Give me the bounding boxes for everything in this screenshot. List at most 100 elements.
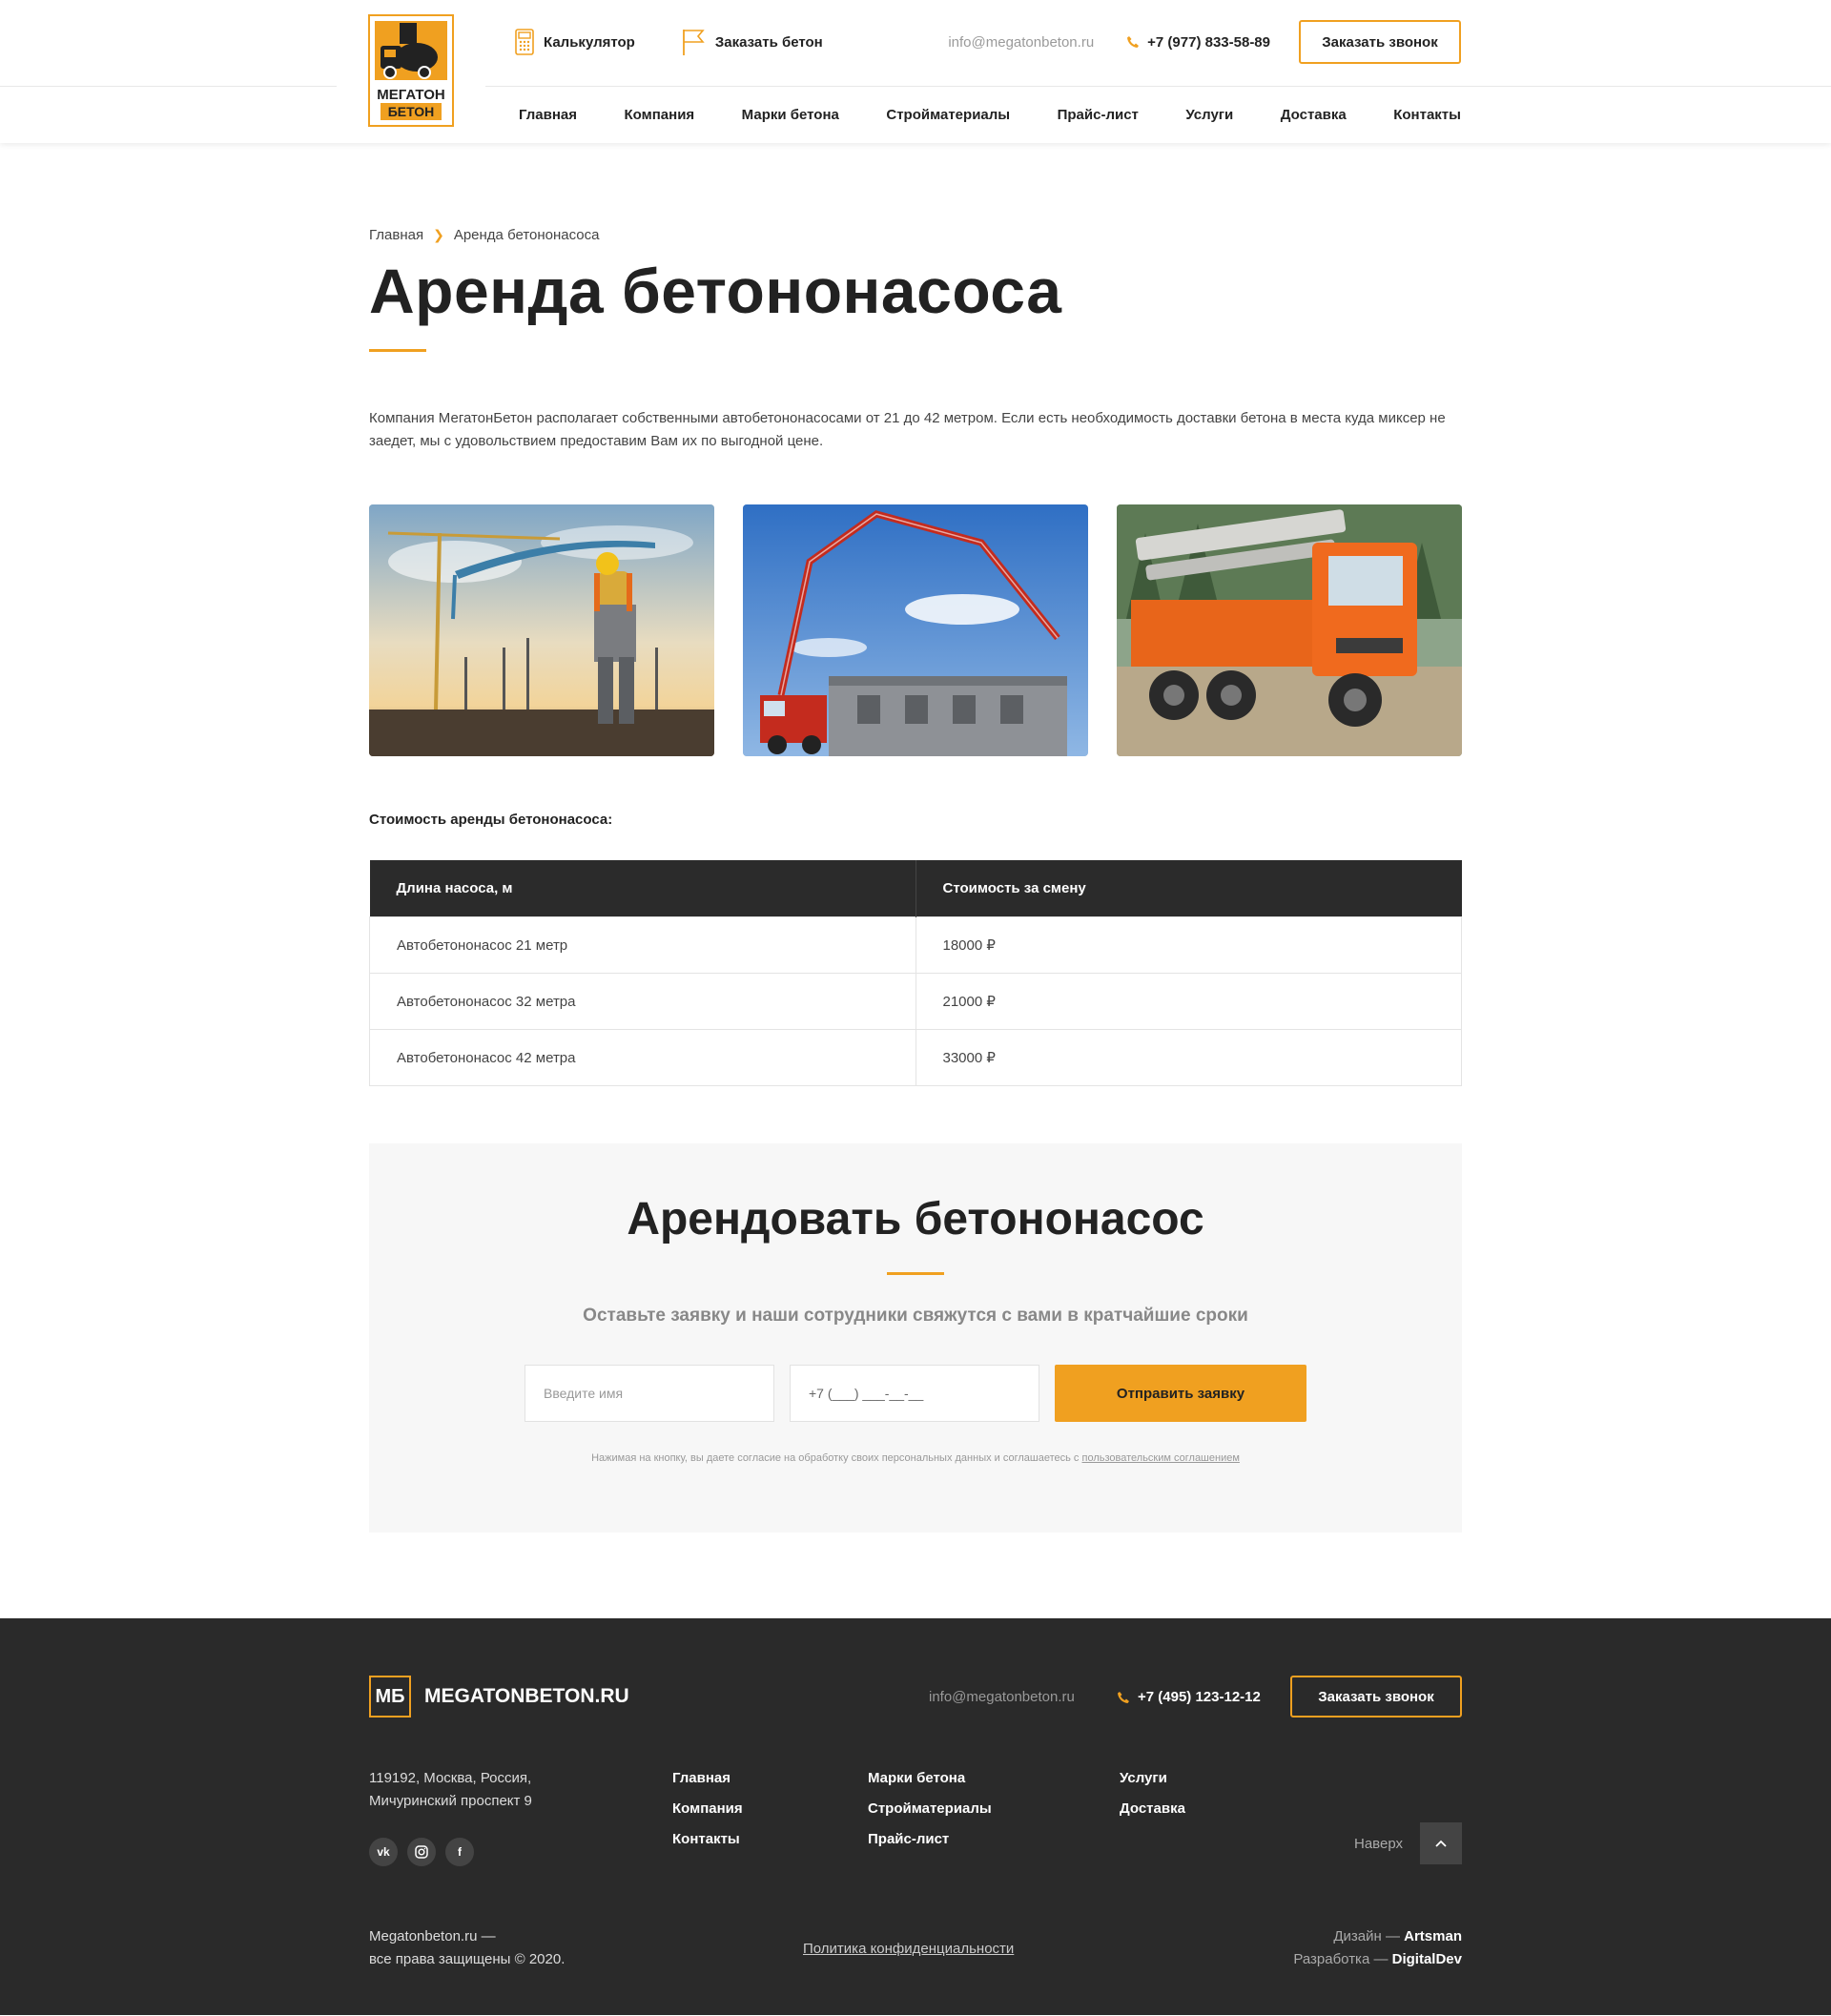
form-title: Арендовать бетононасос [627, 1194, 1204, 1245]
table-header-row: Длина насоса, м Стоимость за смену [369, 859, 1462, 917]
social-links: vk f [369, 1838, 474, 1867]
footer-logo-text: MEGATONBETON.RU [424, 1685, 629, 1708]
column-header-price-per-shift: Стоимость за смену [915, 859, 1462, 917]
site-logo[interactable]: МЕГАТОН БЕТОН [337, 0, 485, 143]
copyright-line: Megatonbeton.ru — [369, 1928, 496, 1945]
main-content: Главная ❯ Аренда бетононасоса Аренда бет… [369, 227, 1462, 1533]
chevron-up-icon[interactable] [1420, 1822, 1462, 1865]
nav-item-price-list[interactable]: Прайс-лист [1058, 107, 1139, 123]
footer-link-contacts[interactable]: Контакты [672, 1831, 740, 1847]
footer-nav-col-3: Услуги Доставка [1120, 1767, 1185, 1828]
consent-note: Нажимая на кнопку, вы даете согласие на … [369, 1452, 1462, 1464]
main-nav: Главная Компания Марки бетона Стройматер… [519, 95, 1461, 134]
footer-nav-col-1: Главная Компания Контакты [672, 1767, 743, 1859]
gallery-photo-orange-truck[interactable] [1117, 504, 1462, 756]
address-line: 119192, Москва, Россия, [369, 1770, 532, 1787]
breadcrumb-home[interactable]: Главная [369, 227, 423, 243]
title-accent-line [369, 348, 426, 352]
column-header-pump-length: Длина насоса, м [369, 859, 916, 917]
back-to-top-label: Наверх [1354, 1835, 1403, 1852]
nav-item-contacts[interactable]: Контакты [1393, 107, 1461, 123]
header-email[interactable]: info@megatonbeton.ru [948, 34, 1094, 51]
nav-item-home[interactable]: Главная [519, 107, 577, 123]
price-table-caption: Стоимость аренды бетононасоса: [369, 811, 613, 828]
footer-email[interactable]: info@megatonbeton.ru [929, 1689, 1075, 1705]
copyright: Megatonbeton.ru — все права защищены © 2… [369, 1925, 565, 1971]
vk-icon[interactable]: vk [369, 1838, 398, 1867]
footer-link-concrete-grades[interactable]: Марки бетона [868, 1770, 965, 1786]
table-row: Автобетононасос 42 метра 33000 ₽ [369, 1029, 1462, 1087]
breadcrumb: Главная ❯ Аренда бетононасоса [369, 227, 1462, 243]
calculator-label: Калькулятор [544, 33, 635, 51]
footer-address: 119192, Москва, Россия, Мичуринский прос… [369, 1767, 532, 1813]
site-footer: МБ MEGATONBETON.RU info@megatonbeton.ru … [0, 1618, 1831, 2016]
gallery-photo-pump-boom[interactable] [743, 504, 1088, 756]
footer-callback-button[interactable]: Заказать звонок [1290, 1676, 1462, 1718]
name-input[interactable]: Введите имя [525, 1365, 774, 1423]
site-header: МЕГАТОН БЕТОН Калькулятор Заказать бетон… [0, 0, 1831, 143]
breadcrumb-current: Аренда бетононасоса [453, 227, 600, 243]
header-top-row: Калькулятор Заказать бетон info@megatonb… [515, 19, 1461, 65]
footer-link-building-materials[interactable]: Стройматериалы [868, 1800, 992, 1817]
rent-request-form: Арендовать бетононасос Оставьте заявку и… [369, 1143, 1462, 1533]
flag-icon [682, 30, 705, 55]
privacy-policy-link[interactable]: Политика конфиденциальности [803, 1941, 1014, 1957]
dev-label: Разработка — [1293, 1951, 1389, 1968]
dev-credit[interactable]: DigitalDev [1392, 1951, 1462, 1967]
phone-input[interactable]: +7 (___) ___-__-__ [790, 1365, 1039, 1423]
table-row: Автобетононасос 21 метр 18000 ₽ [369, 916, 1462, 975]
svg-text:МЕГАТОН: МЕГАТОН [377, 87, 444, 103]
table-cell-pump: Автобетононасос 21 метр [369, 916, 916, 975]
photo-gallery [369, 504, 1462, 756]
form-accent-line [887, 1272, 944, 1276]
copyright-line: все права защищены © 2020. [369, 1951, 566, 1968]
facebook-icon[interactable]: f [445, 1838, 474, 1867]
header-phone-number: +7 (977) 833-58-89 [1147, 33, 1270, 51]
nav-item-delivery[interactable]: Доставка [1281, 107, 1347, 123]
table-cell-pump: Автобетононасос 42 метра [369, 1029, 916, 1087]
phone-icon [1118, 1691, 1129, 1703]
page-title: Аренда бетононасоса [369, 256, 1062, 326]
calculator-link[interactable]: Калькулятор [515, 29, 635, 55]
header-phone[interactable]: +7 (977) 833-58-89 [1126, 34, 1270, 51]
submit-request-button[interactable]: Отправить заявку [1055, 1365, 1306, 1423]
nav-item-concrete-grades[interactable]: Марки бетона [742, 107, 839, 123]
order-concrete-label: Заказать бетон [714, 33, 823, 51]
table-cell-price: 21000 ₽ [915, 973, 1462, 1031]
back-to-top[interactable]: Наверх [1354, 1822, 1462, 1865]
credits: Дизайн — Artsman Разработка — DigitalDev [1293, 1925, 1462, 1971]
table-cell-pump: Автобетононасос 32 метра [369, 973, 916, 1031]
gallery-photo-worker[interactable] [369, 504, 714, 756]
table-cell-price: 18000 ₽ [915, 916, 1462, 975]
instagram-icon[interactable] [407, 1838, 436, 1867]
intro-text: Компания МегатонБетон располагает собств… [369, 409, 1446, 449]
footer-logo[interactable]: МБ MEGATONBETON.RU [369, 1676, 629, 1718]
form-subtitle: Оставьте заявку и наши сотрудники свяжут… [583, 1306, 1248, 1327]
design-credit[interactable]: Artsman [1404, 1928, 1462, 1944]
footer-link-company[interactable]: Компания [672, 1800, 743, 1817]
footer-logo-mark: МБ [369, 1676, 411, 1718]
callback-button[interactable]: Заказать звонок [1299, 20, 1461, 64]
order-concrete-link[interactable]: Заказать бетон [681, 28, 823, 56]
user-agreement-link[interactable]: пользовательским соглашением [1082, 1452, 1240, 1464]
footer-phone[interactable]: +7 (495) 123-12-12 [1117, 1689, 1261, 1705]
nav-item-company[interactable]: Компания [625, 107, 695, 123]
footer-link-home[interactable]: Главная [672, 1770, 730, 1786]
consent-text: Нажимая на кнопку, вы даете согласие на … [591, 1452, 1080, 1465]
svg-text:БЕТОН: БЕТОН [388, 104, 435, 119]
footer-nav-col-2: Марки бетона Стройматериалы Прайс-лист [868, 1767, 992, 1859]
table-cell-price: 33000 ₽ [915, 1029, 1462, 1087]
price-table: Длина насоса, м Стоимость за смену Автоб… [369, 859, 1462, 1087]
phone-icon [1127, 36, 1140, 48]
nav-item-building-materials[interactable]: Стройматериалы [886, 107, 1010, 123]
form-fields: Введите имя +7 (___) ___-__-__ Отправить… [369, 1365, 1462, 1423]
footer-link-price-list[interactable]: Прайс-лист [868, 1831, 949, 1847]
footer-link-services[interactable]: Услуги [1120, 1770, 1167, 1786]
logo-mixer-icon: МЕГАТОН БЕТОН [368, 14, 454, 127]
nav-item-services[interactable]: Услуги [1185, 107, 1233, 123]
footer-link-delivery[interactable]: Доставка [1120, 1800, 1185, 1817]
table-row: Автобетононасос 32 метра 21000 ₽ [369, 973, 1462, 1031]
calculator-icon [515, 29, 534, 55]
footer-phone-number: +7 (495) 123-12-12 [1138, 1689, 1261, 1706]
chevron-right-icon: ❯ [433, 227, 444, 242]
